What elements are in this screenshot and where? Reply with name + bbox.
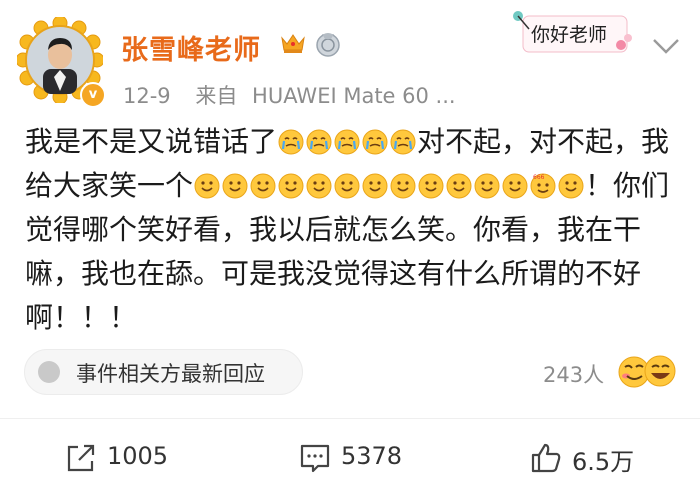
avatar[interactable]: v	[17, 17, 106, 108]
smile-emoji	[194, 173, 220, 199]
event-label: 事件相关方最新回应	[76, 362, 265, 386]
verified-badge-icon: v	[80, 82, 106, 108]
reaction-count[interactable]: 243人	[543, 359, 604, 389]
hello-teacher-sticker[interactable]: 你好老师	[509, 7, 635, 57]
event-response-button[interactable]: 事件相关方最新回应	[24, 349, 303, 395]
post-text: 我是不是又说错话了	[25, 125, 278, 158]
share-icon	[67, 444, 95, 472]
source-prefix: 来自	[195, 84, 238, 108]
laugh-cry-emoji	[250, 173, 276, 199]
thinking-emoji	[502, 173, 528, 199]
crown-icon[interactable]	[279, 31, 307, 55]
sticker-text: 你好老师	[531, 24, 607, 46]
wink-tongue-emoji	[334, 173, 360, 199]
comment-icon	[300, 444, 330, 473]
tongue-emoji	[306, 173, 332, 199]
grin-emoji	[278, 173, 304, 199]
divider	[0, 418, 700, 419]
post-meta: 12-9 来自 HUAWEI Mate 60 ...	[123, 80, 456, 110]
surprised-emoji	[362, 173, 388, 199]
blush-emoji	[222, 173, 248, 199]
comment-count: 5378	[341, 442, 403, 470]
post-body: 我是不是又说错话了 对不起，对不起，我给大家笑一个 666 ！你们觉得哪个笑好看，我以…	[25, 120, 675, 340]
medal-icon[interactable]	[315, 30, 341, 58]
username[interactable]: 张雪峰老师	[121, 28, 261, 67]
smirk-emoji	[418, 173, 444, 199]
crying-emoji	[306, 129, 332, 155]
crying-emoji	[278, 129, 304, 155]
repost-count: 1005	[107, 442, 169, 470]
sticker-art: 你好老师	[513, 11, 632, 53]
cheeky-emoji	[558, 173, 584, 199]
big-grin-emoji	[446, 173, 472, 199]
thumbs-up-icon	[531, 443, 561, 473]
crying-emoji	[390, 129, 416, 155]
svg-text:666: 666	[533, 174, 545, 181]
event-icon	[38, 361, 60, 383]
happy-emoji	[474, 173, 500, 199]
chevron-down-icon[interactable]	[651, 36, 681, 56]
crying-emoji	[362, 129, 388, 155]
kiss-emoji	[390, 173, 416, 199]
like-count: 6.5万	[572, 448, 635, 476]
reaction-emoji-icon[interactable]	[615, 352, 679, 390]
post-date: 12-9	[123, 84, 171, 108]
666-emoji: 666	[530, 173, 556, 199]
device-link[interactable]: HUAWEI Mate 60 ...	[252, 84, 456, 108]
crying-emoji	[334, 129, 360, 155]
